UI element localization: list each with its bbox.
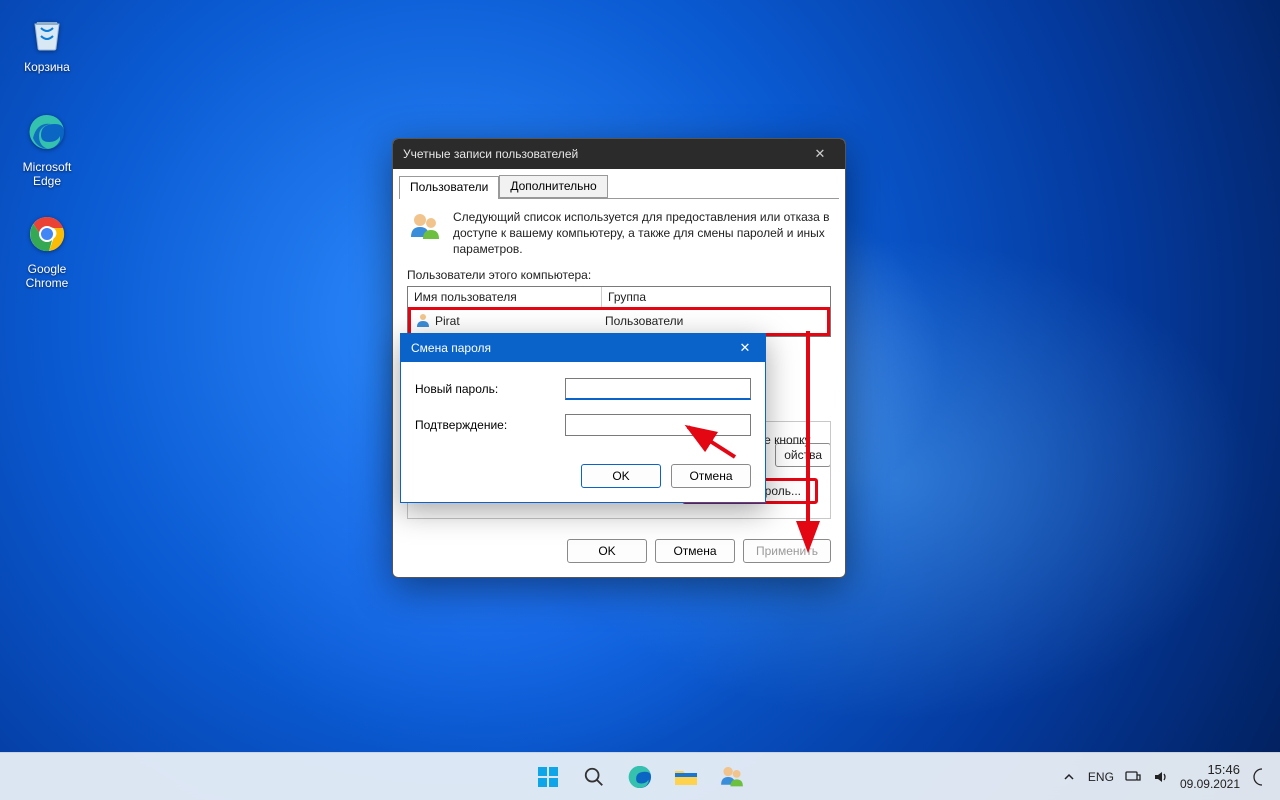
desktop-icon-chrome[interactable]: Google Chrome [10,210,84,290]
volume-icon[interactable] [1152,768,1170,786]
confirm-password-input[interactable] [565,414,751,436]
search-button[interactable] [574,757,614,797]
tab-advanced[interactable]: Дополнительно [499,175,607,198]
user-name: Pirat [435,314,460,328]
tray-chevron-icon[interactable] [1060,768,1078,786]
cancel-button[interactable]: Отмена [655,539,735,563]
column-header-group[interactable]: Группа [602,287,830,307]
taskbar-edge[interactable] [620,757,660,797]
dialog-titlebar[interactable]: Учетные записи пользователей ✕ [393,139,845,169]
user-group: Пользователи [605,314,823,328]
apply-button: Применить [743,539,831,563]
user-accounts-icon [407,209,443,245]
edge-icon [23,108,71,156]
taskbar-file-explorer[interactable] [666,757,706,797]
user-icon [415,312,431,331]
taskbar: ENG 15:46 09.09.2021 [0,752,1280,800]
dialog-title: Учетные записи пользователей [403,147,578,161]
taskbar-user-accounts[interactable] [712,757,752,797]
child-ok-button[interactable]: OK [581,464,661,488]
desktop-icon-recycle-bin[interactable]: Корзина [10,8,84,74]
desktop-icon-label: Google Chrome [10,262,84,290]
child-cancel-button[interactable]: Отмена [671,464,751,488]
desktop-icon-edge[interactable]: Microsoft Edge [10,108,84,188]
ok-button[interactable]: OK [567,539,647,563]
close-icon[interactable]: ✕ [805,146,835,162]
notifications-icon[interactable] [1250,768,1274,786]
desktop-icon-label: Microsoft Edge [10,160,84,188]
users-table: Имя пользователя Группа Pirat Пользовате… [407,286,831,337]
start-button[interactable] [528,757,568,797]
desktop-icon-label: Корзина [10,60,84,74]
child-dialog-titlebar[interactable]: Смена пароля ✕ [401,334,765,362]
dialog-description: Следующий список используется для предос… [453,209,831,258]
tray-clock[interactable]: 15:46 09.09.2021 [1180,762,1240,792]
child-dialog-title: Смена пароля [411,341,491,355]
change-password-dialog: Смена пароля ✕ Новый пароль: Подтвержден… [400,333,766,503]
user-row-pirat[interactable]: Pirat Пользователи [408,307,830,336]
chrome-icon [23,210,71,258]
users-list-label: Пользователи этого компьютера: [407,268,831,282]
new-password-input[interactable] [565,378,751,400]
network-icon[interactable] [1124,768,1142,786]
desktop: Корзина Microsoft Edge Google Chrome [0,0,1280,800]
tray-time: 15:46 [1180,762,1240,778]
new-password-label: Новый пароль: [415,382,565,396]
tray-date: 09.09.2021 [1180,777,1240,791]
confirm-password-label: Подтверждение: [415,418,565,432]
tab-users[interactable]: Пользователи [399,176,499,199]
column-header-username[interactable]: Имя пользователя [408,287,602,307]
close-icon[interactable]: ✕ [725,334,765,362]
tray-language[interactable]: ENG [1088,770,1114,784]
recycle-bin-icon [23,8,71,56]
